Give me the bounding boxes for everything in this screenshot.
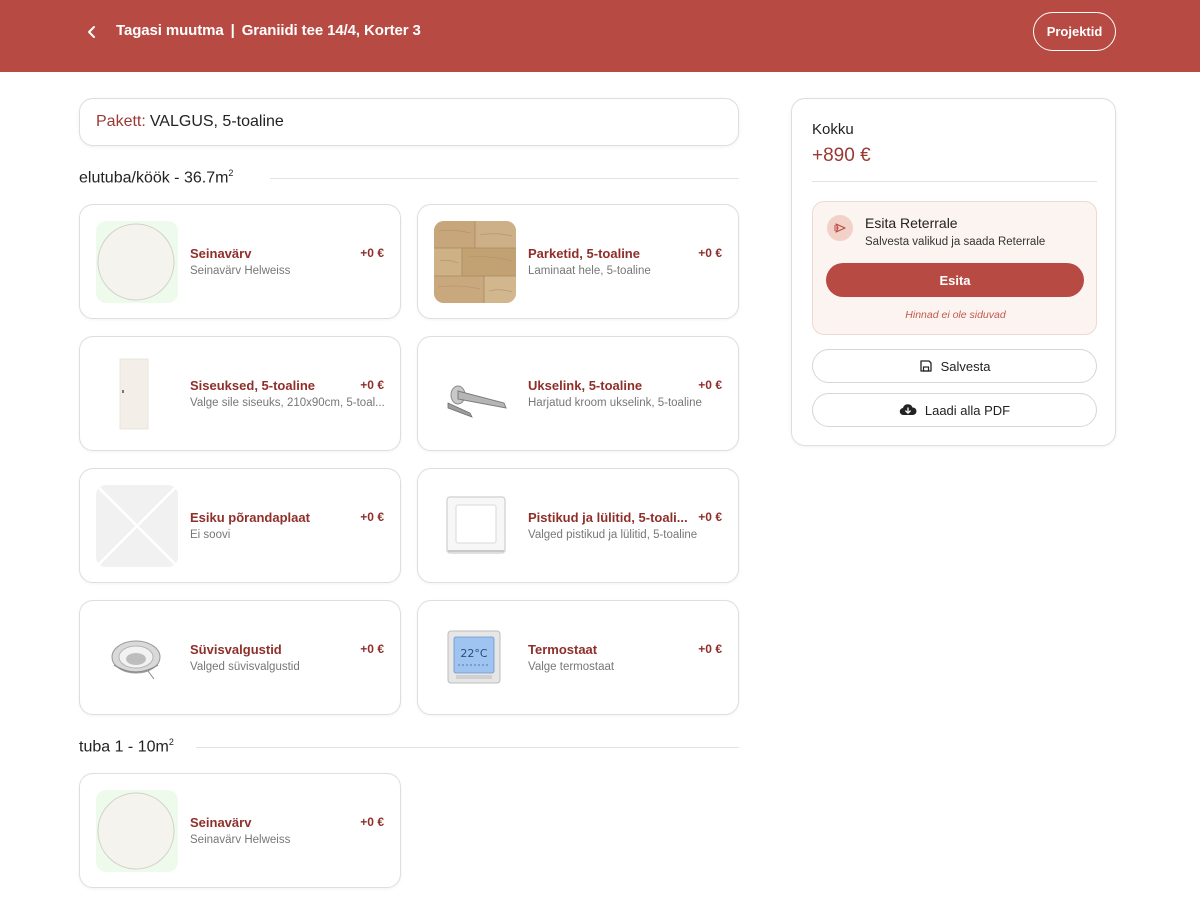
wall-paint-image xyxy=(96,790,178,872)
submit-subtitle: Salvesta valikud ja saada Reterrale xyxy=(865,236,1046,248)
projects-button[interactable]: Projektid xyxy=(1033,12,1116,51)
section-title-sup: 2 xyxy=(168,737,174,747)
top-bar: Tagasi muutma | Graniidi tee 14/4, Korter … xyxy=(0,0,1200,72)
download-pdf-button[interactable]: Laadi alla PDF xyxy=(812,393,1097,427)
product-description: Seinavärv Helweiss xyxy=(190,834,291,846)
back-label[interactable]: Tagasi muutma xyxy=(116,22,224,39)
product-price: +0 € xyxy=(698,246,722,260)
submit-button[interactable]: Esita xyxy=(826,263,1084,297)
summary-panel: Kokku +890 € Esita Reterrale Salvesta va… xyxy=(791,98,1116,446)
product-card-wall-paint[interactable]: Seinavärv +0 € Seinavärv Helweiss xyxy=(79,773,401,888)
thermostat-image: 22°C xyxy=(434,617,516,699)
product-name: Seinavärv xyxy=(190,815,252,830)
section-divider xyxy=(196,747,739,748)
send-icon xyxy=(827,215,853,241)
product-price: +0 € xyxy=(360,815,384,829)
product-name: Seinavärv xyxy=(190,246,252,261)
product-description: Ei soovi xyxy=(190,529,231,541)
product-description: Laminaat hele, 5-toaline xyxy=(528,265,651,277)
product-card-sockets-switches[interactable]: Pistikud ja lülitid, 5-toali... +0 € Val… xyxy=(417,468,739,583)
package-label: Pakett: xyxy=(96,113,146,130)
submit-title: Esita Reterrale xyxy=(865,215,958,231)
light-switch-image xyxy=(434,485,516,567)
door-handle-image xyxy=(434,353,516,435)
breadcrumb-separator: | xyxy=(230,22,235,39)
thermostat-reading: 22°C xyxy=(460,647,487,660)
wood-floor-image xyxy=(434,221,516,303)
product-name: Siseuksed, 5-toaline xyxy=(190,378,315,393)
chevron-left-icon xyxy=(88,26,95,38)
product-price: +0 € xyxy=(360,510,384,524)
back-button[interactable] xyxy=(80,20,104,44)
floppy-disk-icon xyxy=(919,360,932,372)
product-name: Pistikud ja lülitid, 5-toali... xyxy=(528,510,688,525)
product-name: Termostaat xyxy=(528,642,598,657)
package-selector[interactable]: Pakett: VALGUS, 5-toaline xyxy=(79,98,739,146)
recessed-light-image xyxy=(96,617,178,699)
product-price: +0 € xyxy=(360,378,384,392)
product-description: Valged süvisvalgustid xyxy=(190,661,300,673)
product-card-flooring[interactable]: Parketid, 5-toaline +0 € Laminaat hele, … xyxy=(417,204,739,319)
white-door-image xyxy=(96,353,178,435)
section-title-living-room: elutuba/köök - 36.7m2 xyxy=(79,168,233,187)
package-value: VALGUS, 5-toaline xyxy=(149,113,284,130)
section-title-sup: 2 xyxy=(228,168,234,178)
product-card-hall-floor-tile[interactable]: Esiku põrandaplaat +0 € Ei soovi xyxy=(79,468,401,583)
cloud-download-icon xyxy=(899,404,917,416)
product-price: +0 € xyxy=(698,642,722,656)
save-label: Salvesta xyxy=(940,358,991,374)
submit-card: Esita Reterrale Salvesta valikud ja saad… xyxy=(812,201,1097,335)
save-button[interactable]: Salvesta xyxy=(812,349,1097,383)
product-price: +0 € xyxy=(698,378,722,392)
product-card-thermostat[interactable]: 22°C Termostaat +0 € Valge termostaat xyxy=(417,600,739,715)
section-title-room-1: tuba 1 - 10m2 xyxy=(79,737,174,756)
product-name: Süvisvalgustid xyxy=(190,642,282,657)
product-description: Valge sile siseuks, 210x90cm, 5-toal... xyxy=(190,397,385,409)
product-description: Valge termostaat xyxy=(528,661,615,673)
no-image-placeholder xyxy=(96,485,178,567)
download-label: Laadi alla PDF xyxy=(924,402,1011,418)
product-name: Ukselink, 5-toaline xyxy=(528,378,643,393)
prices-disclaimer: Hinnad ei ole siduvad xyxy=(905,309,1006,321)
breadcrumb: Tagasi muutma | Graniidi tee 14/4, Korter … xyxy=(116,22,421,39)
product-name: Parketid, 5-toaline xyxy=(528,246,640,261)
total-value: +890 € xyxy=(812,145,871,166)
product-card-wall-paint[interactable]: Seinavärv +0 € Seinavärv Helweiss xyxy=(79,204,401,319)
product-card-recessed-lights[interactable]: Süvisvalgustid +0 € Valged süvisvalgusti… xyxy=(79,600,401,715)
section-divider xyxy=(270,178,739,179)
summary-divider xyxy=(812,181,1097,182)
total-label: Kokku xyxy=(812,121,854,138)
section-title-text: tuba 1 - 10m xyxy=(79,738,169,756)
product-name: Esiku põrandaplaat xyxy=(190,510,310,525)
product-description: Seinavärv Helweiss xyxy=(190,265,291,277)
product-price: +0 € xyxy=(698,510,722,524)
product-card-door-handle[interactable]: Ukselink, 5-toaline +0 € Harjatud kroom … xyxy=(417,336,739,451)
address-title: Graniidi tee 14/4, Korter 3 xyxy=(241,22,421,39)
product-description: Harjatud kroom ukselink, 5-toaline xyxy=(528,397,702,409)
product-description: Valged pistikud ja lülitid, 5-toaline xyxy=(528,529,698,541)
wall-paint-image xyxy=(96,221,178,303)
product-price: +0 € xyxy=(360,642,384,656)
section-title-text: elutuba/köök - 36.7m xyxy=(79,169,229,187)
product-price: +0 € xyxy=(360,246,384,260)
product-card-interior-doors[interactable]: Siseuksed, 5-toaline +0 € Valge sile sis… xyxy=(79,336,401,451)
